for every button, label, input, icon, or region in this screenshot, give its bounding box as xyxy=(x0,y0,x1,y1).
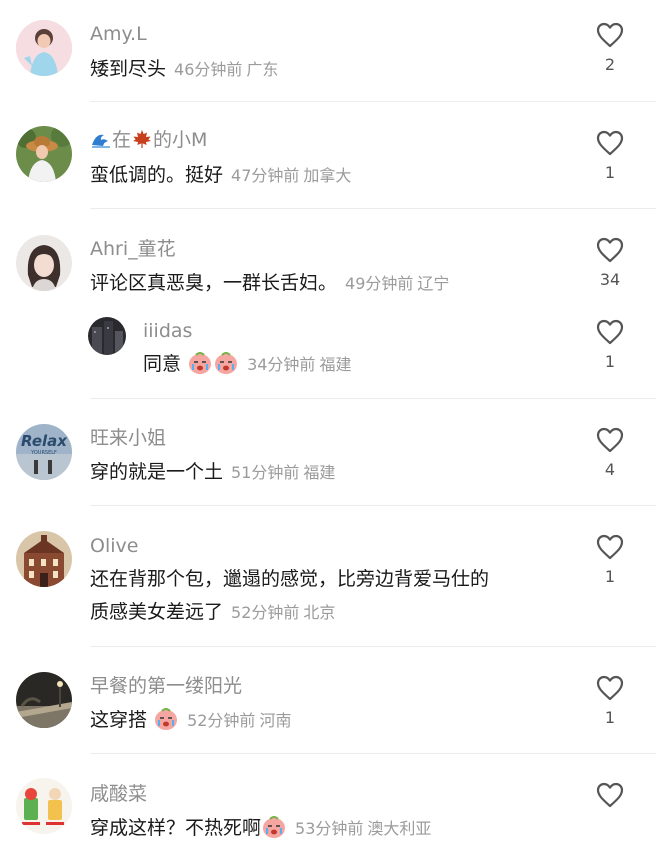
comment-text-line: 还在背那个包，邋遢的感觉，比旁边背爱马仕的 xyxy=(90,563,489,596)
comment-location: 河南 xyxy=(259,711,292,730)
comment-meta: 53分钟前 澳大利亚 xyxy=(295,819,431,838)
comment-text: 同意 xyxy=(143,353,182,375)
avatar[interactable] xyxy=(16,672,72,728)
comment-text-line: 同意 34分钟前 福建 xyxy=(143,348,351,381)
comment-time: 51分钟前 xyxy=(231,463,300,482)
comment-text: 蛮低调的。挺好 xyxy=(90,164,224,186)
comment-meta: 51分钟前 福建 xyxy=(231,463,335,482)
comment-text: 评论区真恶臭，一群长舌妇。 xyxy=(90,272,338,294)
like-button[interactable]: 1 xyxy=(588,534,632,586)
heart-icon xyxy=(596,22,624,48)
comment-text: 还在背那个包，邋遢的感觉，比旁边背爱马仕的 xyxy=(90,568,490,590)
comment-username[interactable]: Ahri_童花 xyxy=(90,237,176,261)
comment-text-line: 质感美女差远了 52分钟前 北京 xyxy=(90,596,335,629)
comment-location: 澳大利亚 xyxy=(367,819,432,838)
comment-location: 福建 xyxy=(303,463,336,482)
like-count: 1 xyxy=(604,708,616,727)
maple-leaf-icon xyxy=(133,130,152,148)
comment-meta: 47分钟前 加拿大 xyxy=(231,166,351,185)
comment-time: 34分钟前 xyxy=(247,355,316,374)
comment-text: 这穿搭 xyxy=(90,709,148,731)
comment-text-line: 穿成这样？不热死啊 53分钟前 澳大利亚 xyxy=(90,812,431,845)
comment-item[interactable]: 咸酸菜 穿成这样？不热死啊 53分钟前 澳大利亚 xyxy=(0,754,656,855)
like-button[interactable]: 1 xyxy=(588,675,632,727)
comment-username[interactable]: 早餐的第一缕阳光 xyxy=(90,674,242,698)
svg-text:Relax: Relax xyxy=(21,432,68,450)
avatar[interactable] xyxy=(16,126,72,182)
like-count: 4 xyxy=(604,460,616,479)
like-button[interactable]: 1 xyxy=(588,130,632,182)
crying-face-emoji-icon xyxy=(215,352,238,374)
crying-face-emoji-icon xyxy=(263,816,286,838)
comment-time: 46分钟前 xyxy=(174,60,243,79)
comment-text-line: 矮到尽头 46分钟前 广东 xyxy=(90,53,278,86)
comment-meta: 52分钟前 河南 xyxy=(187,711,291,730)
comment-location: 广东 xyxy=(246,60,279,79)
heart-icon xyxy=(596,782,624,808)
avatar[interactable] xyxy=(16,235,72,291)
like-button[interactable]: 1 xyxy=(588,319,632,371)
like-count: 1 xyxy=(604,352,616,371)
heart-icon xyxy=(596,319,624,345)
like-count: 2 xyxy=(604,55,616,74)
heart-icon xyxy=(596,130,624,156)
svg-text:YOURSELF: YOURSELF xyxy=(30,450,57,456)
like-count: 34 xyxy=(599,270,621,289)
comment-meta: 49分钟前 辽宁 xyxy=(345,274,449,293)
comment-item[interactable]: Ahri_童花 评论区真恶臭，一群长舌妇。 49分钟前 辽宁 34 iiidas 同… xyxy=(0,209,656,399)
comment-item[interactable]: 在 的小M 蛮低调的。挺好 47分钟前 加拿大 1 xyxy=(0,102,656,209)
comment-text: 穿成这样？不热死啊 xyxy=(90,817,262,839)
comment-username[interactable]: 咸酸菜 xyxy=(90,782,147,806)
comment-username[interactable]: 在 的小M xyxy=(90,128,207,152)
avatar[interactable] xyxy=(16,778,72,834)
like-button[interactable]: 4 xyxy=(588,427,632,479)
like-button[interactable] xyxy=(588,782,632,808)
comment-item[interactable]: Olive 还在背那个包，邋遢的感觉，比旁边背爱马仕的 质感美女差远了 52分钟前… xyxy=(0,506,656,647)
comment-text-line: 蛮低调的。挺好 47分钟前 加拿大 xyxy=(90,159,351,192)
comment-username[interactable]: iiidas xyxy=(143,319,192,343)
heart-icon xyxy=(596,675,624,701)
comment-text-line: 这穿搭 52分钟前 河南 xyxy=(90,704,291,737)
crying-face-emoji-icon xyxy=(189,352,212,374)
comment-text-line: 评论区真恶臭，一群长舌妇。 49分钟前 辽宁 xyxy=(90,267,449,300)
comment-time: 49分钟前 xyxy=(345,274,414,293)
like-button[interactable]: 2 xyxy=(588,22,632,74)
comment-time: 52分钟前 xyxy=(231,603,300,622)
heart-icon xyxy=(596,427,624,453)
comment-location: 辽宁 xyxy=(417,274,450,293)
comment-meta: 34分钟前 福建 xyxy=(247,355,351,374)
avatar[interactable] xyxy=(16,20,72,76)
comment-username[interactable]: Olive xyxy=(90,534,138,558)
heart-icon xyxy=(596,534,624,560)
comment-time: 47分钟前 xyxy=(231,166,300,185)
comment-text: 穿的就是一个土 xyxy=(90,461,224,483)
avatar[interactable] xyxy=(88,317,126,355)
like-count: 1 xyxy=(604,567,616,586)
comment-time: 53分钟前 xyxy=(295,819,364,838)
comment-item[interactable]: Amy.L 矮到尽头 46分钟前 广东 2 xyxy=(0,0,656,102)
wave-icon xyxy=(92,134,110,148)
avatar[interactable] xyxy=(16,531,72,587)
username-part: 在 xyxy=(112,129,132,151)
comment-location: 加拿大 xyxy=(303,166,352,185)
comment-location: 北京 xyxy=(303,603,336,622)
comment-username[interactable]: 旺来小姐 xyxy=(90,426,166,450)
username-part: 的小M xyxy=(153,129,208,151)
like-button[interactable]: 34 xyxy=(588,237,632,289)
comment-meta: 46分钟前 广东 xyxy=(174,60,278,79)
comment-username[interactable]: Amy.L xyxy=(90,22,147,46)
comment-item[interactable]: Relax YOURSELF 旺来小姐 穿的就是一个土 51分钟前 福建 4 xyxy=(0,399,656,506)
crying-face-emoji-icon xyxy=(155,708,178,730)
comment-meta: 52分钟前 北京 xyxy=(231,603,335,622)
comment-text: 矮到尽头 xyxy=(90,58,167,80)
comment-item[interactable]: 早餐的第一缕阳光 这穿搭 52分钟前 河南 1 xyxy=(0,647,656,754)
comment-text: 质感美女差远了 xyxy=(90,601,224,623)
avatar[interactable]: Relax YOURSELF xyxy=(16,424,72,480)
heart-icon xyxy=(596,237,624,263)
comment-location: 福建 xyxy=(319,355,352,374)
comment-time: 52分钟前 xyxy=(187,711,256,730)
comment-text-line: 穿的就是一个土 51分钟前 福建 xyxy=(90,456,335,489)
like-count: 1 xyxy=(604,163,616,182)
